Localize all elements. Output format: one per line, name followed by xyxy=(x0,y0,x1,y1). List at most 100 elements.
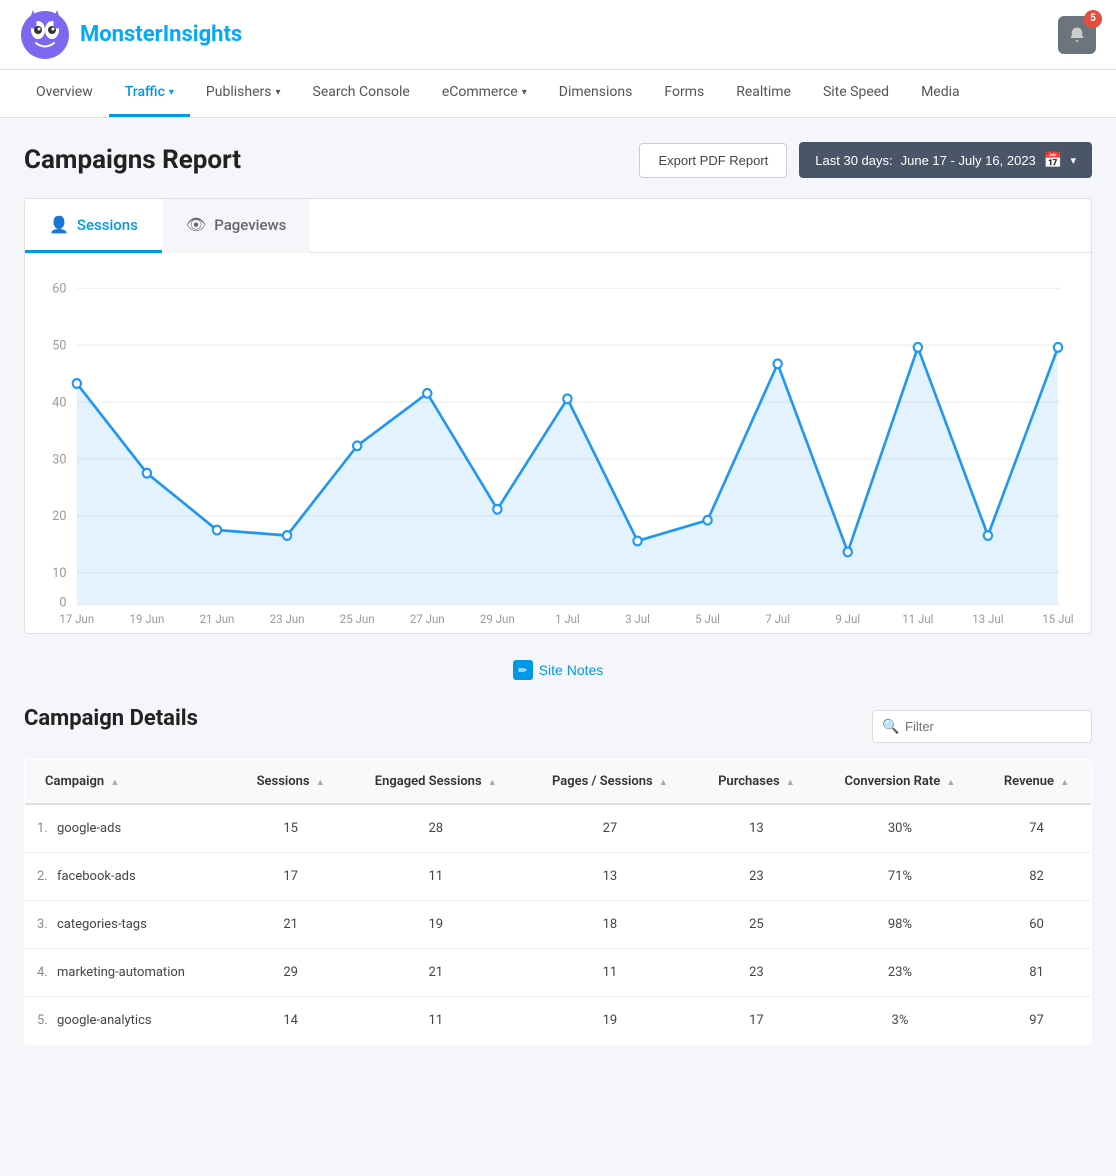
export-pdf-button[interactable]: Export PDF Report xyxy=(639,143,787,178)
nav-item-ecommerce[interactable]: eCommerce ▾ xyxy=(426,70,543,117)
cell-conversion-3: 23% xyxy=(818,949,982,997)
col-pages-sessions[interactable]: Pages / Sessions ▲ xyxy=(525,760,695,805)
cell-revenue-3: 81 xyxy=(982,949,1091,997)
table-row: 4. marketing-automation 29 21 11 23 23% … xyxy=(25,949,1092,997)
filter-search-icon: 🔍 xyxy=(882,719,899,735)
tab-pageviews[interactable]: 👁 Pageviews xyxy=(162,199,311,253)
svg-text:40: 40 xyxy=(52,395,66,410)
campaign-details-section: Campaign Details 🔍 Campaign ▲ Sessions ▲ xyxy=(24,706,1092,1045)
person-icon: 👤 xyxy=(49,215,69,234)
purchases-sort-icon: ▲ xyxy=(786,778,795,788)
tab-sessions[interactable]: 👤 Sessions xyxy=(25,199,162,253)
date-range-button[interactable]: Last 30 days: June 17 - July 16, 2023 📅 … xyxy=(799,142,1092,178)
main-content: Campaigns Report Export PDF Report Last … xyxy=(0,118,1116,1069)
date-range-value: June 17 - July 16, 2023 xyxy=(901,153,1036,168)
eye-icon: 👁 xyxy=(186,215,206,234)
col-conversion-rate[interactable]: Conversion Rate ▲ xyxy=(818,760,982,805)
svg-text:50: 50 xyxy=(52,338,66,353)
cell-purchases-2: 25 xyxy=(695,901,818,949)
main-nav: Overview Traffic ▾ Publishers ▾ Search C… xyxy=(0,70,1116,118)
chart-container: 👤 Sessions 👁 Pageviews 60 50 40 30 20 10… xyxy=(24,198,1092,634)
row-num-2: 3. xyxy=(37,917,48,932)
filter-input[interactable] xyxy=(872,710,1092,743)
nav-item-search-console[interactable]: Search Console xyxy=(297,70,426,117)
cell-sessions-1: 17 xyxy=(235,853,347,901)
cell-sessions-0: 15 xyxy=(235,804,347,853)
campaign-name-4: google-analytics xyxy=(57,1013,152,1028)
svg-text:19 Jun: 19 Jun xyxy=(130,612,165,623)
svg-text:7 Jul: 7 Jul xyxy=(765,612,790,623)
col-sessions[interactable]: Sessions ▲ xyxy=(235,760,347,805)
cell-pages-1: 13 xyxy=(525,853,695,901)
row-num-1: 2. xyxy=(37,869,48,884)
col-engaged-sessions[interactable]: Engaged Sessions ▲ xyxy=(347,760,525,805)
svg-text:20: 20 xyxy=(52,509,66,524)
site-notes-label: Site Notes xyxy=(539,662,604,678)
nav-item-publishers[interactable]: Publishers ▾ xyxy=(190,70,297,117)
pencil-icon: ✏ xyxy=(513,660,533,680)
cell-pages-0: 27 xyxy=(525,804,695,853)
cell-purchases-4: 17 xyxy=(695,997,818,1045)
svg-text:15 Jul: 15 Jul xyxy=(1042,612,1073,623)
svg-text:21 Jun: 21 Jun xyxy=(200,612,235,623)
cell-engaged-1: 11 xyxy=(347,853,525,901)
nav-item-traffic[interactable]: Traffic ▾ xyxy=(109,70,190,117)
cell-campaign-4: 5. google-analytics xyxy=(25,997,235,1045)
svg-text:17 Jun: 17 Jun xyxy=(59,612,94,623)
page-title: Campaigns Report xyxy=(24,145,241,175)
cell-engaged-0: 28 xyxy=(347,804,525,853)
notifications-button[interactable]: 5 xyxy=(1058,16,1096,54)
nav-item-forms[interactable]: Forms xyxy=(648,70,720,117)
filter-input-wrap: 🔍 xyxy=(872,710,1092,743)
cell-conversion-0: 30% xyxy=(818,804,982,853)
app-name-first: Monster xyxy=(80,22,163,47)
conversion-rate-sort-icon: ▲ xyxy=(946,778,955,788)
revenue-sort-icon: ▲ xyxy=(1060,778,1069,788)
cell-conversion-1: 71% xyxy=(818,853,982,901)
sessions-sort-icon: ▲ xyxy=(316,778,325,788)
svg-text:3 Jul: 3 Jul xyxy=(625,612,650,623)
logo-area: MonsterInsights xyxy=(20,10,1058,60)
calendar-icon: 📅 xyxy=(1044,151,1063,169)
nav-item-overview[interactable]: Overview xyxy=(20,70,109,117)
date-chevron-icon: ▾ xyxy=(1070,154,1076,167)
cell-pages-4: 19 xyxy=(525,997,695,1045)
cell-purchases-3: 23 xyxy=(695,949,818,997)
row-num-4: 5. xyxy=(37,1013,48,1028)
row-num-3: 4. xyxy=(37,965,48,980)
col-campaign[interactable]: Campaign ▲ xyxy=(25,760,235,805)
page-header: Campaigns Report Export PDF Report Last … xyxy=(24,142,1092,178)
nav-item-dimensions[interactable]: Dimensions xyxy=(543,70,649,117)
cell-campaign-3: 4. marketing-automation xyxy=(25,949,235,997)
svg-text:10: 10 xyxy=(52,566,66,581)
campaign-name-0: google-ads xyxy=(57,821,121,836)
bell-icon xyxy=(1068,26,1086,44)
svg-text:0: 0 xyxy=(59,595,66,610)
chart-tabs: 👤 Sessions 👁 Pageviews xyxy=(25,199,1091,253)
campaign-name-2: categories-tags xyxy=(57,917,147,932)
engaged-sessions-sort-icon: ▲ xyxy=(488,778,497,788)
app-name-accent: Insights xyxy=(163,22,243,47)
publishers-chevron-icon: ▾ xyxy=(275,87,280,98)
table-row: 3. categories-tags 21 19 18 25 98% 60 xyxy=(25,901,1092,949)
app-name: MonsterInsights xyxy=(80,22,242,47)
table-header-row: Campaign Details 🔍 xyxy=(24,706,1092,747)
cell-purchases-1: 23 xyxy=(695,853,818,901)
col-revenue[interactable]: Revenue ▲ xyxy=(982,760,1091,805)
svg-text:30: 30 xyxy=(52,452,66,467)
svg-text:13 Jul: 13 Jul xyxy=(972,612,1003,623)
nav-item-media[interactable]: Media xyxy=(905,70,976,117)
nav-item-site-speed[interactable]: Site Speed xyxy=(807,70,905,117)
site-notes-row: ✏ Site Notes xyxy=(24,644,1092,706)
cell-revenue-1: 82 xyxy=(982,853,1091,901)
svg-text:1 Jul: 1 Jul xyxy=(555,612,580,623)
site-notes-button[interactable]: ✏ Site Notes xyxy=(501,654,616,686)
cell-conversion-4: 3% xyxy=(818,997,982,1045)
col-purchases[interactable]: Purchases ▲ xyxy=(695,760,818,805)
header: MonsterInsights 5 xyxy=(0,0,1116,70)
pages-sessions-sort-icon: ▲ xyxy=(659,778,668,788)
svg-text:25 Jun: 25 Jun xyxy=(340,612,375,623)
table-row: 2. facebook-ads 17 11 13 23 71% 82 xyxy=(25,853,1092,901)
nav-item-realtime[interactable]: Realtime xyxy=(720,70,807,117)
svg-text:29 Jun: 29 Jun xyxy=(480,612,515,623)
